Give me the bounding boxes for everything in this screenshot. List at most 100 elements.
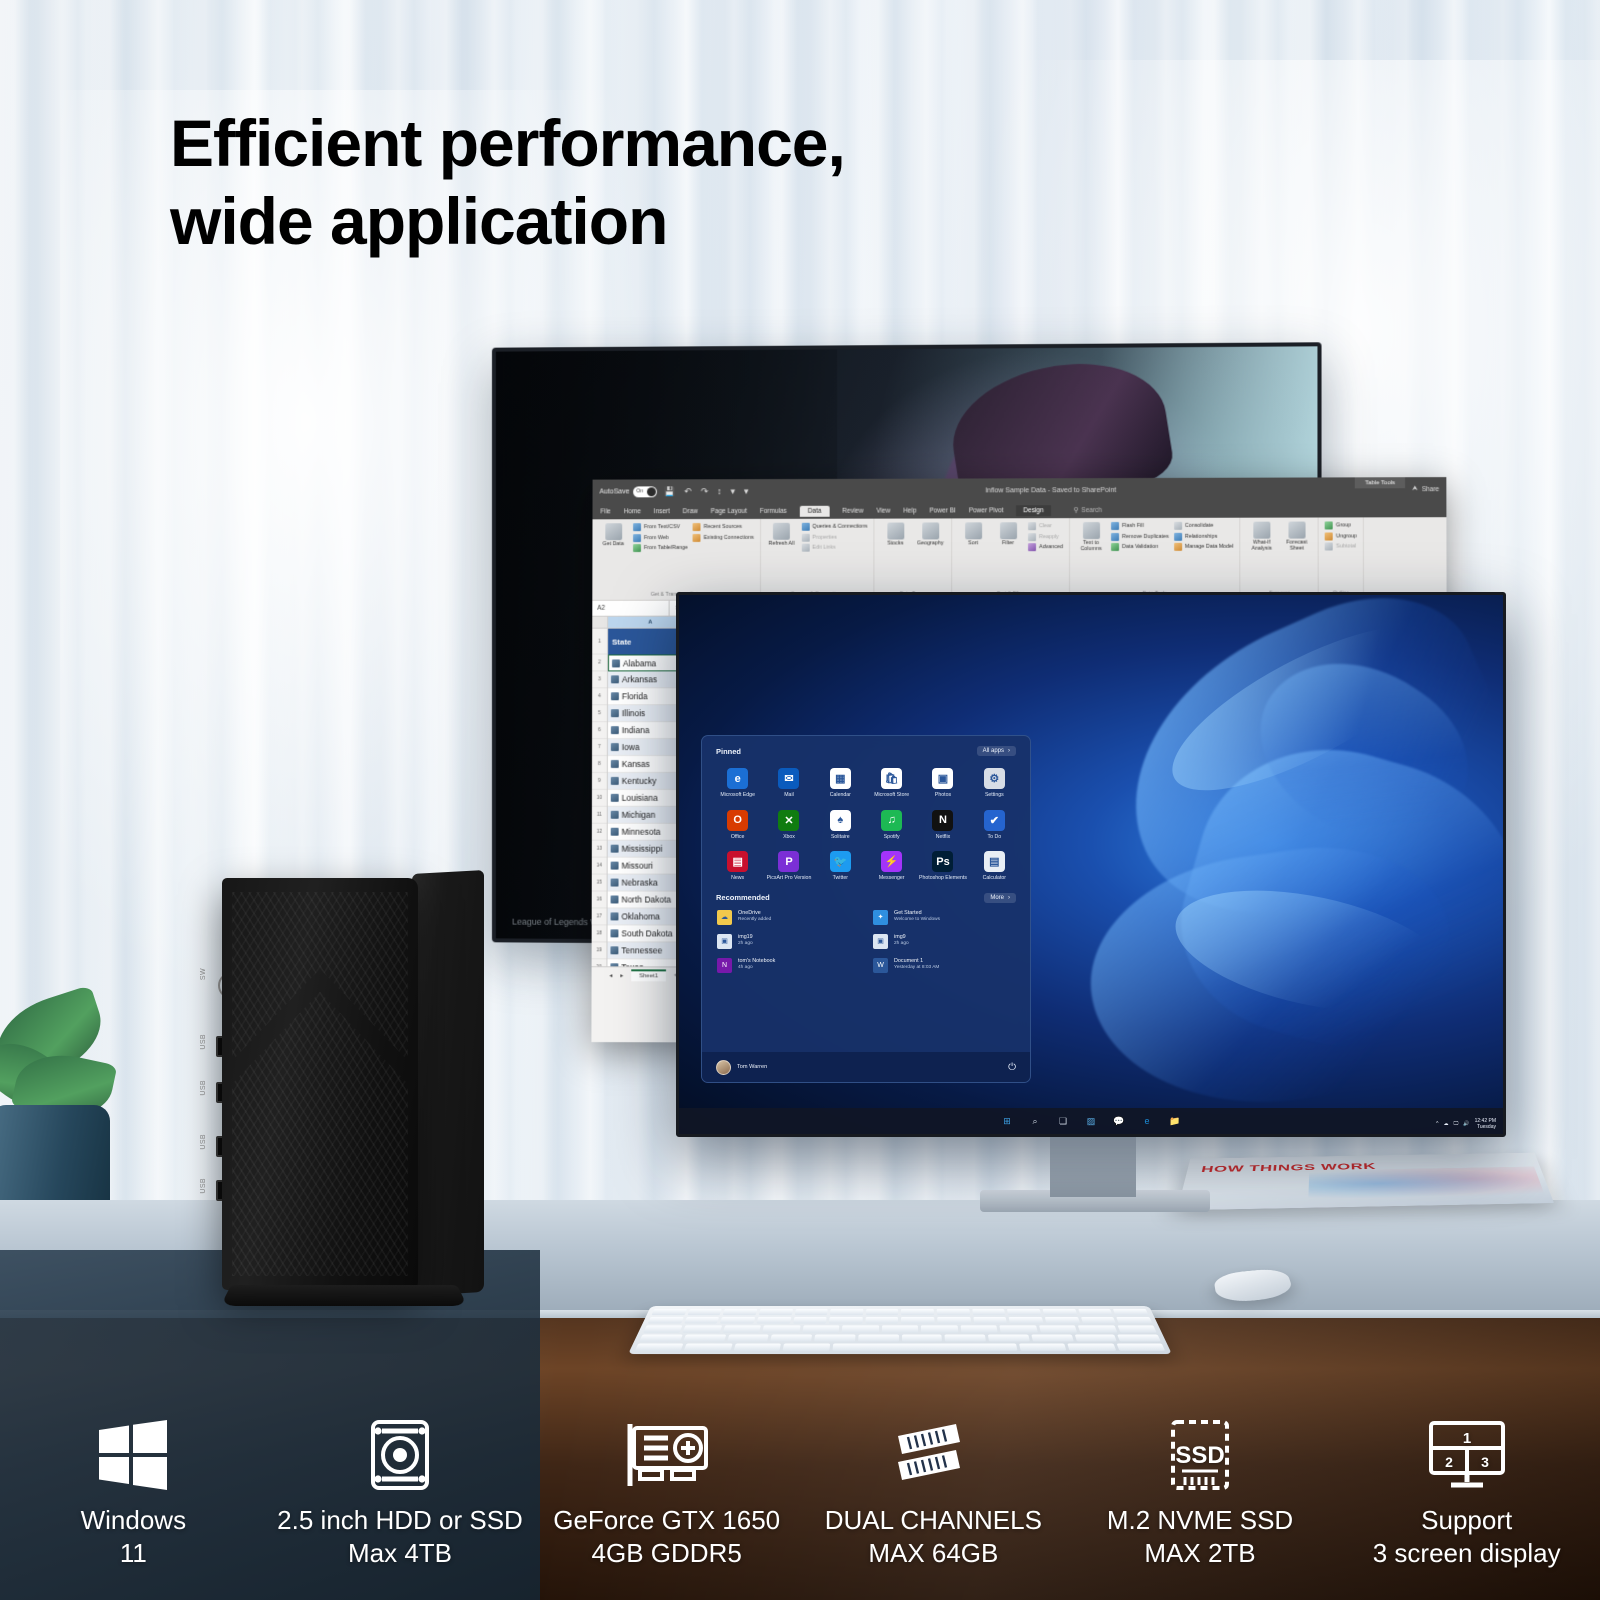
recommended-list[interactable]: ☁ OneDrive Recently added ✦ Get Started Welco… [702, 906, 1030, 977]
dropdown-icon[interactable]: ▾ [730, 486, 735, 497]
volume-icon[interactable]: 🔊 [1463, 1121, 1469, 1127]
edit-links-button[interactable]: Edit Links [801, 544, 867, 552]
data-validation-button[interactable]: Data Validation [1111, 543, 1169, 551]
more-button[interactable]: More › [984, 893, 1016, 903]
start-menu-app[interactable]: ⚡ Messenger [866, 847, 917, 886]
start-menu-app[interactable]: ♫ Spotify [866, 806, 917, 845]
subtotal-button[interactable]: Subtotal [1325, 542, 1357, 550]
start-menu-app[interactable]: ✔ To Do [969, 806, 1020, 845]
row-header[interactable]: 18 [592, 925, 607, 942]
undo-icon[interactable]: ↶ [684, 486, 692, 497]
row-header[interactable]: 10 [592, 790, 607, 807]
sheet-tab-sheet1[interactable]: Sheet1 [631, 969, 666, 981]
edge-button[interactable]: e [1140, 1114, 1155, 1129]
flash-fill-button[interactable]: Flash Fill [1111, 522, 1169, 530]
tab-formulas[interactable]: Formulas [760, 507, 787, 514]
start-menu-app[interactable]: 🛍 Microsoft Store [866, 764, 917, 803]
recommended-item[interactable]: Ntom's Notebook 4h ago [714, 955, 862, 976]
start-menu-app[interactable]: 🐦 Twitter [815, 847, 866, 886]
row-header[interactable]: 14 [592, 858, 607, 875]
consolidate-button[interactable]: Consolidate [1174, 522, 1234, 530]
row-header[interactable]: 3 [592, 671, 607, 688]
start-menu-app[interactable]: ♠ Solitaire [815, 806, 866, 845]
forecast-sheet-button[interactable]: Forecast Sheet [1282, 522, 1312, 553]
stocks-button[interactable]: Stocks [880, 523, 910, 547]
start-menu-app[interactable]: P PicsArt Pro Version [763, 847, 814, 886]
start-menu-app[interactable]: ▤ News [712, 847, 763, 886]
from-web-button[interactable]: From Web [633, 534, 688, 542]
start-button[interactable]: ⊞ [1000, 1114, 1015, 1129]
chat-button[interactable]: 💬 [1112, 1114, 1127, 1129]
explorer-button[interactable]: 📁 [1168, 1114, 1183, 1129]
row-header[interactable]: 17 [592, 908, 607, 925]
row-header[interactable]: 13 [592, 841, 607, 858]
row-header[interactable]: 15 [592, 875, 607, 892]
task-view-button[interactable]: ❏ [1056, 1114, 1071, 1129]
row-header[interactable]: 11 [592, 807, 607, 824]
from-text-csv-button[interactable]: From Text/CSV [633, 523, 688, 531]
tab-data[interactable]: Data [800, 505, 830, 516]
recommended-item[interactable]: ▣ img9 2h ago [870, 931, 1018, 952]
tab-draw[interactable]: Draw [683, 508, 698, 515]
remove-duplicates-button[interactable]: Remove Duplicates [1111, 532, 1169, 540]
relationships-button[interactable]: Relationships [1174, 532, 1234, 540]
widgets-button[interactable]: ▨ [1084, 1114, 1099, 1129]
share-button[interactable]: ⮝ Share [1412, 485, 1439, 493]
cloud-icon[interactable]: ☁ [1444, 1121, 1449, 1127]
advanced-button[interactable]: Advanced [1028, 543, 1063, 551]
tab-help[interactable]: Help [903, 507, 916, 514]
start-menu-app[interactable]: ✕ Xbox [763, 806, 814, 845]
properties-button[interactable]: Properties [801, 533, 867, 541]
excel-ribbon[interactable]: Get Data From Text/CSV From Web From Tab… [592, 517, 1446, 601]
row-header[interactable]: 19 [592, 942, 607, 959]
start-menu-app[interactable]: ⚙ Settings [969, 764, 1020, 803]
tab-power-bi[interactable]: Power BI [930, 507, 956, 514]
refresh-all-button[interactable]: Refresh All [767, 523, 797, 547]
select-all-corner[interactable] [592, 617, 608, 628]
text-to-columns-button[interactable]: Text to Columns [1076, 522, 1106, 552]
from-table-range-button[interactable]: From Table/Range [633, 544, 688, 552]
autosave-control[interactable]: AutoSave On [599, 486, 657, 497]
pinned-apps-grid[interactable]: e Microsoft Edge ✉ Mail ▦ Calendar 🛍 Microsoft … [702, 760, 1030, 886]
existing-connections-button[interactable]: Existing Connections [693, 533, 754, 541]
network-icon[interactable]: 🖵 [1454, 1121, 1459, 1127]
start-menu-app[interactable]: O Office [712, 806, 763, 845]
autosave-toggle[interactable]: On [633, 486, 657, 497]
row-header[interactable]: 16 [592, 891, 607, 908]
get-data-button[interactable]: Get Data [598, 523, 628, 547]
start-menu-app[interactable]: ▣ Photos [917, 764, 968, 803]
user-account-button[interactable]: Tom Warren [716, 1060, 767, 1075]
start-menu-app[interactable]: Ps Photoshop Elements [917, 847, 968, 886]
recommended-item[interactable]: ▣ img19 2h ago [714, 931, 862, 952]
name-box[interactable]: A2 [592, 601, 669, 616]
recommended-item[interactable]: ✦ Get Started Welcome to Windows [870, 907, 1018, 928]
recommended-item[interactable]: ☁ OneDrive Recently added [714, 907, 862, 928]
clear-button[interactable]: Clear [1028, 522, 1063, 530]
sort-button[interactable]: Sort [958, 522, 988, 546]
start-menu-app[interactable]: ▤ Calculator [969, 847, 1020, 886]
system-tray[interactable]: ^ ☁ 🖵 🔊 12:42 PM Tuesday [1436, 1118, 1496, 1131]
taskbar-items[interactable]: ⊞ ⌕ ❏ ▨ 💬 e 📁 [1000, 1114, 1183, 1129]
tab-insert[interactable]: Insert [654, 508, 670, 515]
start-menu-app[interactable]: e Microsoft Edge [712, 764, 763, 803]
power-icon[interactable]: ⏻ [1008, 1062, 1016, 1073]
row-header[interactable]: 4 [592, 688, 607, 705]
tab-file[interactable]: File [600, 508, 610, 515]
start-menu-app[interactable]: ✉ Mail [763, 764, 814, 803]
all-apps-button[interactable]: All apps › [977, 746, 1016, 756]
reapply-button[interactable]: Reapply [1028, 533, 1063, 541]
what-if-analysis-button[interactable]: What-If Analysis [1247, 522, 1277, 552]
filter-button[interactable]: Filter [993, 522, 1023, 546]
windows-taskbar[interactable]: ⊞ ⌕ ❏ ▨ 💬 e 📁 ^ ☁ 🖵 🔊 12:42 PM Tuesday [679, 1108, 1503, 1134]
row-header[interactable]: 2 [592, 655, 607, 672]
start-menu[interactable]: Pinned All apps › e Microsoft Edge ✉ Mail ▦ C… [701, 735, 1031, 1083]
tray-overflow-icon[interactable]: ^ [1436, 1121, 1438, 1127]
row-header[interactable]: 9 [592, 773, 607, 790]
ungroup-button[interactable]: Ungroup [1325, 532, 1357, 540]
tab-power-pivot[interactable]: Power Pivot [969, 507, 1004, 514]
search-button[interactable]: ⌕ [1028, 1114, 1043, 1129]
manage-data-model-button[interactable]: Manage Data Model [1174, 543, 1234, 551]
filter-icon[interactable]: ▾ [744, 486, 749, 497]
row-header[interactable]: 7 [592, 739, 607, 756]
search-box[interactable]: ⚲ Search [1074, 506, 1102, 514]
